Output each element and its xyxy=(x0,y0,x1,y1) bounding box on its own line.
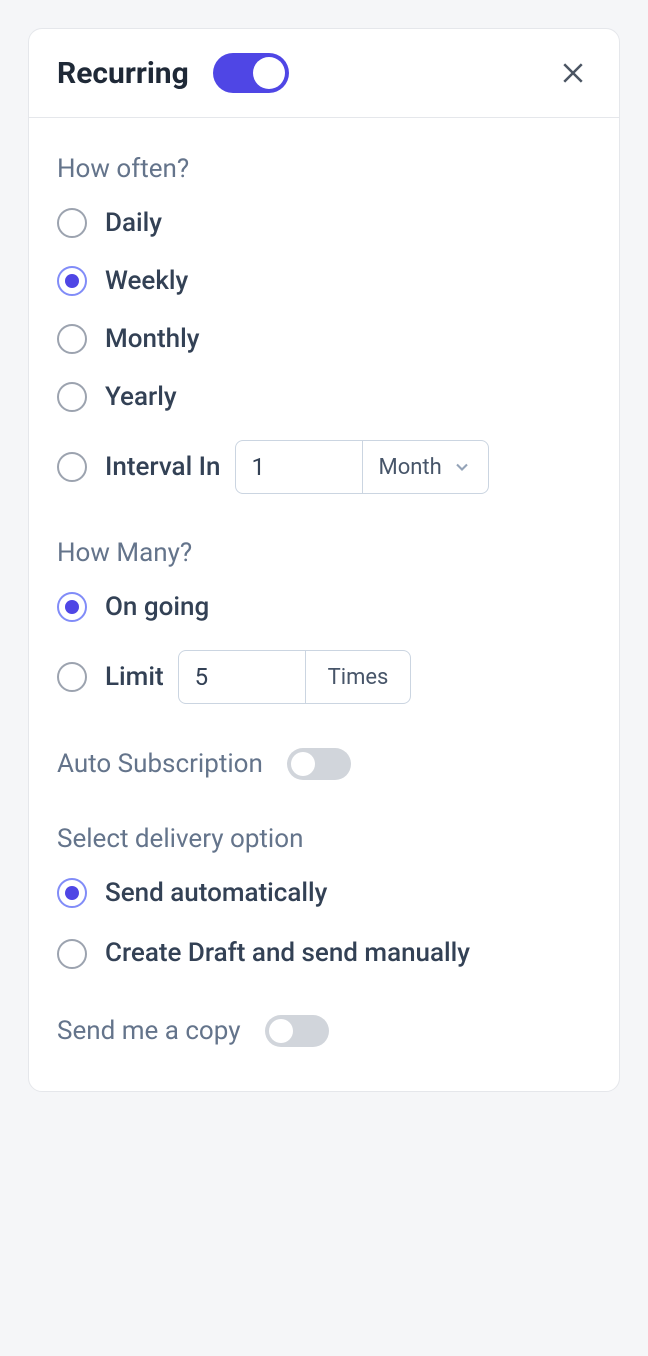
count-option-ongoing[interactable]: On going xyxy=(57,592,591,622)
recurring-panel: Recurring How often? Daily Weekly Monthl… xyxy=(28,28,620,1092)
radio-draft[interactable] xyxy=(57,939,87,969)
radio-ongoing[interactable] xyxy=(57,592,87,622)
limit-input-group: Times xyxy=(178,650,412,704)
panel-header: Recurring xyxy=(29,29,619,118)
panel-title: Recurring xyxy=(57,56,189,91)
limit-value-input[interactable] xyxy=(178,650,306,704)
radio-weekly[interactable] xyxy=(57,266,87,296)
count-option-limit[interactable]: Limit Times xyxy=(57,650,591,704)
close-button[interactable] xyxy=(555,55,591,91)
radio-label-draft: Create Draft and send manually xyxy=(105,936,470,971)
auto-subscription-label: Auto Subscription xyxy=(57,749,263,779)
radio-label-yearly: Yearly xyxy=(105,382,177,412)
freq-option-monthly[interactable]: Monthly xyxy=(57,324,591,354)
interval-unit-label: Month xyxy=(379,455,442,480)
send-copy-label: Send me a copy xyxy=(57,1016,241,1046)
interval-value-input[interactable] xyxy=(235,440,363,494)
toggle-knob xyxy=(253,57,285,89)
close-icon xyxy=(558,58,588,88)
how-often-label: How often? xyxy=(57,154,591,184)
limit-unit-label: Times xyxy=(328,665,389,690)
freq-option-interval[interactable]: Interval In Month xyxy=(57,440,591,494)
send-copy-toggle[interactable] xyxy=(265,1015,329,1047)
interval-input-group: Month xyxy=(235,440,489,494)
delivery-option-auto[interactable]: Send automatically xyxy=(57,878,591,908)
chevron-down-icon xyxy=(452,457,472,477)
radio-label-interval: Interval In xyxy=(105,452,221,482)
send-copy-row: Send me a copy xyxy=(57,1015,591,1047)
radio-label-ongoing: On going xyxy=(105,592,209,622)
auto-subscription-toggle[interactable] xyxy=(287,748,351,780)
radio-limit[interactable] xyxy=(57,662,87,692)
radio-interval[interactable] xyxy=(57,452,87,482)
radio-label-daily: Daily xyxy=(105,208,162,238)
freq-option-daily[interactable]: Daily xyxy=(57,208,591,238)
freq-option-weekly[interactable]: Weekly xyxy=(57,266,591,296)
radio-monthly[interactable] xyxy=(57,324,87,354)
recurring-toggle[interactable] xyxy=(213,53,289,93)
radio-label-monthly: Monthly xyxy=(105,324,199,354)
radio-yearly[interactable] xyxy=(57,382,87,412)
radio-label-send-auto: Send automatically xyxy=(105,878,327,908)
auto-subscription-row: Auto Subscription xyxy=(57,748,591,780)
toggle-knob xyxy=(291,752,315,776)
panel-body: How often? Daily Weekly Monthly Yearly I… xyxy=(29,118,619,1091)
radio-daily[interactable] xyxy=(57,208,87,238)
radio-label-weekly: Weekly xyxy=(105,266,188,296)
radio-label-limit: Limit xyxy=(105,662,164,692)
delivery-option-draft[interactable]: Create Draft and send manually xyxy=(57,936,591,971)
toggle-knob xyxy=(269,1019,293,1043)
radio-send-auto[interactable] xyxy=(57,878,87,908)
how-many-label: How Many? xyxy=(57,538,591,568)
freq-option-yearly[interactable]: Yearly xyxy=(57,382,591,412)
delivery-label: Select delivery option xyxy=(57,824,591,854)
limit-unit-box: Times xyxy=(306,650,412,704)
interval-unit-select[interactable]: Month xyxy=(363,440,489,494)
